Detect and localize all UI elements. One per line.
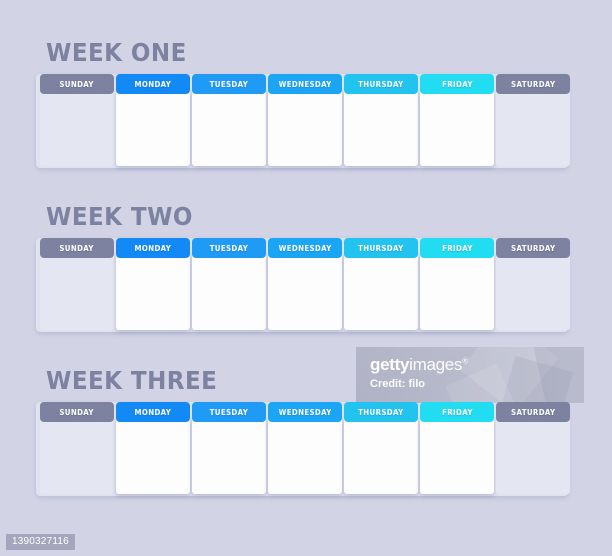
getty-images-watermark: gettyimages® Credit: filo — [356, 347, 584, 403]
day-column-thursday[interactable]: THURSDAY — [344, 238, 418, 332]
day-header-monday: MONDAY — [116, 402, 190, 422]
day-label: THURSDAY — [358, 407, 404, 417]
day-label: WEDNESDAY — [278, 243, 332, 253]
day-label: FRIDAY — [441, 79, 473, 89]
day-cell-monday[interactable] — [116, 418, 190, 494]
asset-id-badge: 1390327116 — [6, 534, 75, 550]
day-label: FRIDAY — [441, 243, 473, 253]
day-header-wednesday: WEDNESDAY — [268, 74, 342, 94]
day-cell-tuesday[interactable] — [192, 418, 266, 494]
week-title: WEEK ONE — [46, 38, 187, 67]
day-cell-sunday[interactable] — [40, 418, 114, 494]
day-header-wednesday: WEDNESDAY — [268, 238, 342, 258]
day-header-saturday: SATURDAY — [496, 74, 570, 94]
day-cell-wednesday[interactable] — [268, 254, 342, 330]
day-header-saturday: SATURDAY — [496, 402, 570, 422]
day-cell-wednesday[interactable] — [268, 418, 342, 494]
day-label: FRIDAY — [441, 407, 473, 417]
day-header-tuesday: TUESDAY — [192, 74, 266, 94]
day-label: SUNDAY — [59, 243, 95, 253]
day-header-friday: FRIDAY — [420, 238, 494, 258]
day-label: MONDAY — [134, 407, 172, 417]
day-column-saturday[interactable]: SATURDAY — [496, 402, 570, 496]
day-column-wednesday[interactable]: WEDNESDAY — [268, 74, 342, 168]
week-block: WEEK ONE SUNDAY MONDAY TUESDAY WEDNESDAY THUR… — [36, 38, 570, 168]
day-label: SUNDAY — [59, 79, 95, 89]
week-block: WEEK TWO SUNDAY MONDAY TUESDAY WEDNESDAY THUR… — [36, 202, 570, 332]
day-cell-saturday[interactable] — [496, 418, 570, 494]
week-panel: SUNDAY MONDAY TUESDAY WEDNESDAY THURSDAY FRID… — [36, 238, 570, 332]
day-column-thursday[interactable]: THURSDAY — [344, 402, 418, 496]
logo-light-part: images — [409, 355, 463, 374]
day-column-monday[interactable]: MONDAY — [116, 402, 190, 496]
day-cell-wednesday[interactable] — [268, 90, 342, 166]
day-cell-friday[interactable] — [420, 418, 494, 494]
day-cell-friday[interactable] — [420, 90, 494, 166]
day-column-thursday[interactable]: THURSDAY — [344, 74, 418, 168]
day-header-thursday: THURSDAY — [344, 74, 418, 94]
day-label: THURSDAY — [358, 243, 404, 253]
day-label: WEDNESDAY — [278, 407, 332, 417]
day-label: TUESDAY — [209, 407, 249, 417]
day-label: TUESDAY — [209, 79, 249, 89]
day-cell-monday[interactable] — [116, 254, 190, 330]
week-panel: SUNDAY MONDAY TUESDAY WEDNESDAY THURSDAY FRID… — [36, 402, 570, 496]
getty-images-logo: gettyimages® — [370, 355, 468, 375]
day-cell-thursday[interactable] — [344, 90, 418, 166]
day-header-saturday: SATURDAY — [496, 238, 570, 258]
day-header-tuesday: TUESDAY — [192, 238, 266, 258]
day-header-sunday: SUNDAY — [40, 402, 114, 422]
day-cell-sunday[interactable] — [40, 90, 114, 166]
day-label: WEDNESDAY — [278, 79, 332, 89]
day-label: SATURDAY — [510, 407, 556, 417]
day-label: MONDAY — [134, 243, 172, 253]
week-panel: SUNDAY MONDAY TUESDAY WEDNESDAY THURSDAY FRID… — [36, 74, 570, 168]
day-cell-saturday[interactable] — [496, 90, 570, 166]
day-cell-sunday[interactable] — [40, 254, 114, 330]
day-column-friday[interactable]: FRIDAY — [420, 238, 494, 332]
day-header-thursday: THURSDAY — [344, 238, 418, 258]
day-header-monday: MONDAY — [116, 238, 190, 258]
day-label: THURSDAY — [358, 79, 404, 89]
day-header-wednesday: WEDNESDAY — [268, 402, 342, 422]
day-column-sunday[interactable]: SUNDAY — [40, 238, 114, 332]
watermark-credit: Credit: filo — [370, 378, 425, 390]
day-cell-saturday[interactable] — [496, 254, 570, 330]
day-column-tuesday[interactable]: TUESDAY — [192, 74, 266, 168]
day-label: SATURDAY — [510, 79, 556, 89]
day-header-friday: FRIDAY — [420, 74, 494, 94]
day-column-friday[interactable]: FRIDAY — [420, 402, 494, 496]
logo-bold-part: getty — [370, 355, 410, 374]
weekly-planner: WEEK ONE SUNDAY MONDAY TUESDAY WEDNESDAY THUR… — [0, 0, 612, 556]
day-label: TUESDAY — [209, 243, 249, 253]
day-column-tuesday[interactable]: TUESDAY — [192, 238, 266, 332]
day-header-tuesday: TUESDAY — [192, 402, 266, 422]
day-column-saturday[interactable]: SATURDAY — [496, 238, 570, 332]
day-label: SUNDAY — [59, 407, 95, 417]
day-header-monday: MONDAY — [116, 74, 190, 94]
day-column-wednesday[interactable]: WEDNESDAY — [268, 238, 342, 332]
day-column-monday[interactable]: MONDAY — [116, 74, 190, 168]
day-cell-thursday[interactable] — [344, 254, 418, 330]
day-header-friday: FRIDAY — [420, 402, 494, 422]
day-cell-tuesday[interactable] — [192, 254, 266, 330]
day-header-sunday: SUNDAY — [40, 74, 114, 94]
day-column-sunday[interactable]: SUNDAY — [40, 74, 114, 168]
day-cell-friday[interactable] — [420, 254, 494, 330]
week-title: WEEK TWO — [46, 202, 193, 231]
day-column-friday[interactable]: FRIDAY — [420, 74, 494, 168]
day-cell-tuesday[interactable] — [192, 90, 266, 166]
day-cell-thursday[interactable] — [344, 418, 418, 494]
day-column-tuesday[interactable]: TUESDAY — [192, 402, 266, 496]
day-column-wednesday[interactable]: WEDNESDAY — [268, 402, 342, 496]
day-header-sunday: SUNDAY — [40, 238, 114, 258]
trademark-symbol: ® — [462, 356, 468, 366]
day-column-sunday[interactable]: SUNDAY — [40, 402, 114, 496]
day-cell-monday[interactable] — [116, 90, 190, 166]
day-label: SATURDAY — [510, 243, 556, 253]
day-label: MONDAY — [134, 79, 172, 89]
day-header-thursday: THURSDAY — [344, 402, 418, 422]
day-column-monday[interactable]: MONDAY — [116, 238, 190, 332]
day-column-saturday[interactable]: SATURDAY — [496, 74, 570, 168]
